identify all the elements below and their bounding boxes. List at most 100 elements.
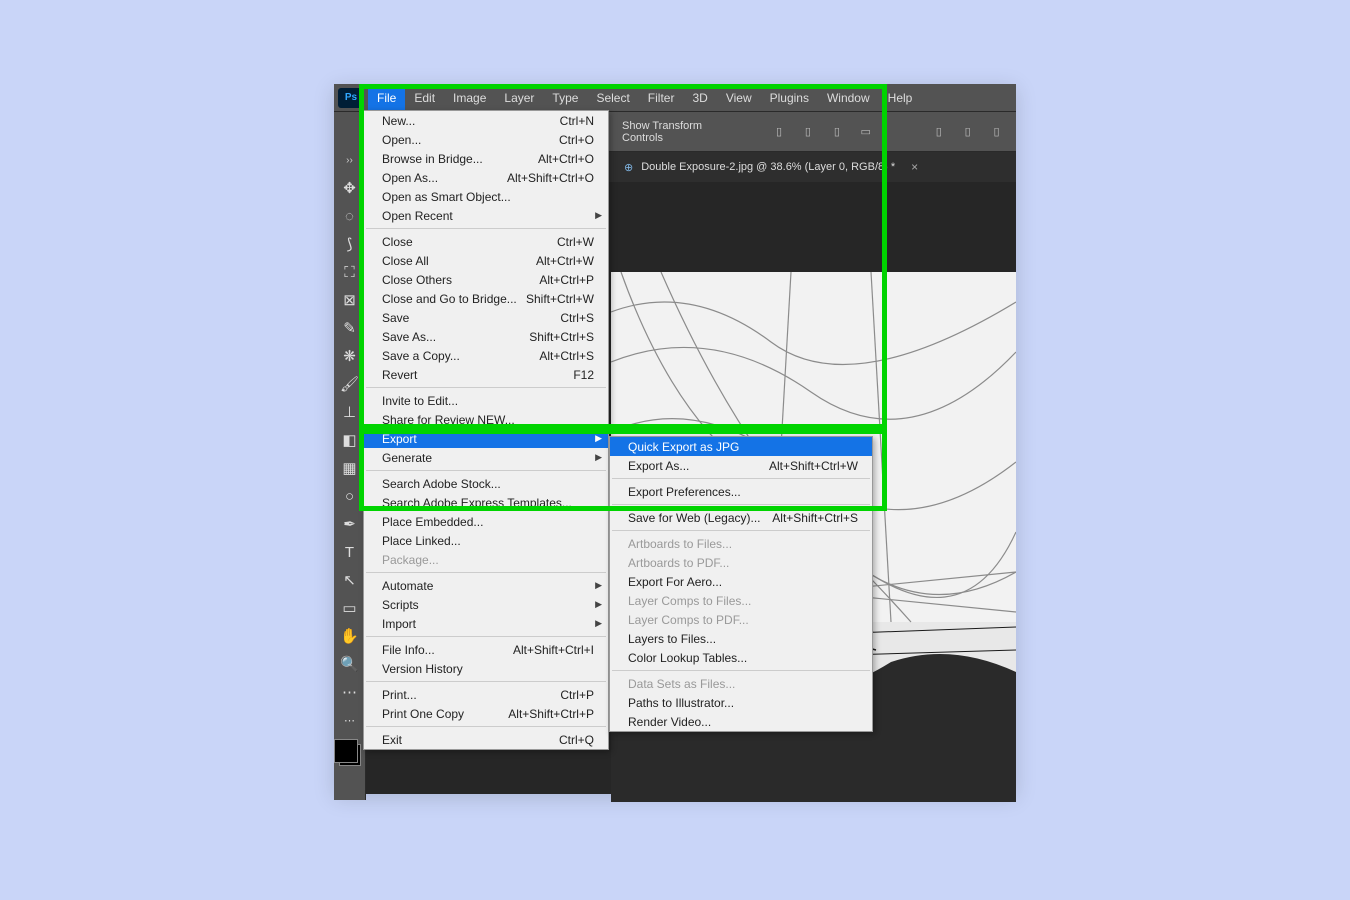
menu-3d[interactable]: 3D <box>683 85 716 111</box>
file-menu-automate[interactable]: Automate▶ <box>364 576 608 595</box>
file-menu-save-a-copy[interactable]: Save a Copy...Alt+Ctrl+S <box>364 346 608 365</box>
menu-edit[interactable]: Edit <box>405 85 444 111</box>
zoom-tool[interactable]: 🔍 <box>337 652 363 676</box>
export-menu-save-for-web-legacy[interactable]: Save for Web (Legacy)...Alt+Shift+Ctrl+S <box>610 508 872 527</box>
file-menu-open-as[interactable]: Open As...Alt+Shift+Ctrl+O <box>364 168 608 187</box>
file-menu-save[interactable]: SaveCtrl+S <box>364 308 608 327</box>
color-swatches[interactable] <box>339 744 361 766</box>
file-menu-print[interactable]: Print... Ctrl+P <box>364 685 608 704</box>
edit-toolbar-icon[interactable]: ⋯ <box>337 708 363 732</box>
lasso-tool[interactable]: ⟆ <box>337 232 363 256</box>
file-menu-exit[interactable]: ExitCtrl+Q <box>364 730 608 749</box>
align-left-icon[interactable]: ▯ <box>768 120 791 144</box>
menu-help[interactable]: Help <box>879 85 922 111</box>
file-menu-revert[interactable]: RevertF12 <box>364 365 608 384</box>
file-menu-search-adobe-stock[interactable]: Search Adobe Stock... <box>364 474 608 493</box>
crop-tool[interactable]: ⛶ <box>337 260 363 284</box>
export-menu-separator <box>612 478 870 479</box>
file-menu-print-one-copy[interactable]: Print One CopyAlt+Shift+Ctrl+P <box>364 704 608 723</box>
file-menu-search-adobe-express-templates[interactable]: Search Adobe Express Templates... <box>364 493 608 512</box>
hand-tool[interactable]: ✋ <box>337 624 363 648</box>
file-menu-save-as[interactable]: Save As...Shift+Ctrl+S <box>364 327 608 346</box>
export-menu-layer-comps-to-files: Layer Comps to Files... <box>610 591 872 610</box>
eraser-tool[interactable]: ◧ <box>337 428 363 452</box>
file-menu-browse-in-bridge[interactable]: Browse in Bridge...Alt+Ctrl+O <box>364 149 608 168</box>
file-menu-new[interactable]: New...Ctrl+N <box>364 111 608 130</box>
export-menu-paths-to-illustrator[interactable]: Paths to Illustrator... <box>610 693 872 712</box>
menubar: Ps FileEditImageLayerTypeSelectFilter3DV… <box>334 84 1016 112</box>
menu-view[interactable]: View <box>717 85 761 111</box>
menu-plugins[interactable]: Plugins <box>761 85 818 111</box>
marquee-tool[interactable]: ◌ <box>337 204 363 228</box>
menu-file[interactable]: File <box>368 85 405 111</box>
export-menu-export-preferences[interactable]: Export Preferences... <box>610 482 872 501</box>
file-menu-open-as-smart-object[interactable]: Open as Smart Object... <box>364 187 608 206</box>
menu-item-label: Open Recent <box>382 209 453 223</box>
menu-filter[interactable]: Filter <box>639 85 684 111</box>
menu-window[interactable]: Window <box>818 85 879 111</box>
file-menu-close-others[interactable]: Close OthersAlt+Ctrl+P <box>364 270 608 289</box>
export-submenu-dropdown: Quick Export as JPGExport As...Alt+Shift… <box>609 436 873 732</box>
expand-toolbar-icon[interactable]: ›› <box>337 148 363 172</box>
submenu-arrow-icon: ▶ <box>595 618 602 629</box>
menu-item-shortcut: Ctrl+W <box>557 235 594 249</box>
export-menu-export-for-aero[interactable]: Export For Aero... <box>610 572 872 591</box>
file-menu-share-for-review-new[interactable]: Share for Review NEW... <box>364 410 608 429</box>
healing-tool[interactable]: ❋ <box>337 344 363 368</box>
more-tools-icon[interactable]: ⋯ <box>337 680 363 704</box>
menu-item-label: Layer Comps to PDF... <box>628 613 749 627</box>
move-tool[interactable]: ✥ <box>337 176 363 200</box>
file-menu-version-history[interactable]: Version History <box>364 659 608 678</box>
blur-tool[interactable]: ○ <box>337 484 363 508</box>
file-menu-invite-to-edit[interactable]: Invite to Edit... <box>364 391 608 410</box>
close-tab-icon[interactable]: × <box>911 160 918 174</box>
menu-item-label: Print... <box>382 688 417 702</box>
distribute-icon[interactable]: ▯ <box>927 120 950 144</box>
export-menu-layers-to-files[interactable]: Layers to Files... <box>610 629 872 648</box>
distribute-icon-2[interactable]: ▯ <box>956 120 979 144</box>
type-tool[interactable]: T <box>337 540 363 564</box>
file-menu-close-all[interactable]: Close AllAlt+Ctrl+W <box>364 251 608 270</box>
file-menu-separator <box>366 470 606 471</box>
distribute-icon-3[interactable]: ▯ <box>985 120 1008 144</box>
menu-type[interactable]: Type <box>543 85 587 111</box>
file-menu-close[interactable]: CloseCtrl+W <box>364 232 608 251</box>
menu-item-shortcut: Alt+Ctrl+S <box>539 349 594 363</box>
file-menu-place-linked[interactable]: Place Linked... <box>364 531 608 550</box>
file-menu-open-recent[interactable]: Open Recent▶ <box>364 206 608 225</box>
path-tool[interactable]: ↖ <box>337 568 363 592</box>
menu-item-shortcut: Ctrl+P <box>560 688 594 702</box>
document-tab[interactable]: ⊕ Double Exposure-2.jpg @ 38.6% (Layer 0… <box>624 160 918 174</box>
menu-item-shortcut: Alt+Shift+Ctrl+I <box>513 643 594 657</box>
export-menu-export-as[interactable]: Export As...Alt+Shift+Ctrl+W <box>610 456 872 475</box>
menu-item-shortcut: Alt+Shift+Ctrl+P <box>508 707 594 721</box>
file-menu-close-and-go-to-bridge[interactable]: Close and Go to Bridge...Shift+Ctrl+W <box>364 289 608 308</box>
file-menu-import[interactable]: Import▶ <box>364 614 608 633</box>
align-right-icon[interactable]: ▯ <box>825 120 848 144</box>
file-menu-open[interactable]: Open...Ctrl+O <box>364 130 608 149</box>
file-menu-scripts[interactable]: Scripts▶ <box>364 595 608 614</box>
export-menu-color-lookup-tables[interactable]: Color Lookup Tables... <box>610 648 872 667</box>
file-menu-generate[interactable]: Generate▶ <box>364 448 608 467</box>
gradient-tool[interactable]: ▦ <box>337 456 363 480</box>
rectangle-tool[interactable]: ▭ <box>337 596 363 620</box>
file-menu-export[interactable]: Export▶ <box>364 429 608 448</box>
align-top-icon[interactable]: ▭ <box>854 120 877 144</box>
pen-tool[interactable]: ✒ <box>337 512 363 536</box>
frame-tool[interactable]: ⊠ <box>337 288 363 312</box>
stamp-tool[interactable]: ⊥ <box>337 400 363 424</box>
menu-item-label: Place Linked... <box>382 534 461 548</box>
file-menu-file-info[interactable]: File Info...Alt+Shift+Ctrl+I <box>364 640 608 659</box>
export-menu-render-video[interactable]: Render Video... <box>610 712 872 731</box>
menu-layer[interactable]: Layer <box>495 85 543 111</box>
menu-item-label: Paths to Illustrator... <box>628 696 734 710</box>
menu-image[interactable]: Image <box>444 85 495 111</box>
file-menu-place-embedded[interactable]: Place Embedded... <box>364 512 608 531</box>
menu-select[interactable]: Select <box>587 85 638 111</box>
brush-tool[interactable]: 🖌 <box>337 372 363 396</box>
globe-icon: ⊕ <box>624 161 633 174</box>
eyedropper-tool[interactable]: ✎ <box>337 316 363 340</box>
export-menu-artboards-to-files: Artboards to Files... <box>610 534 872 553</box>
export-menu-quick-export-as-jpg[interactable]: Quick Export as JPG <box>610 437 872 456</box>
align-center-icon[interactable]: ▯ <box>797 120 820 144</box>
